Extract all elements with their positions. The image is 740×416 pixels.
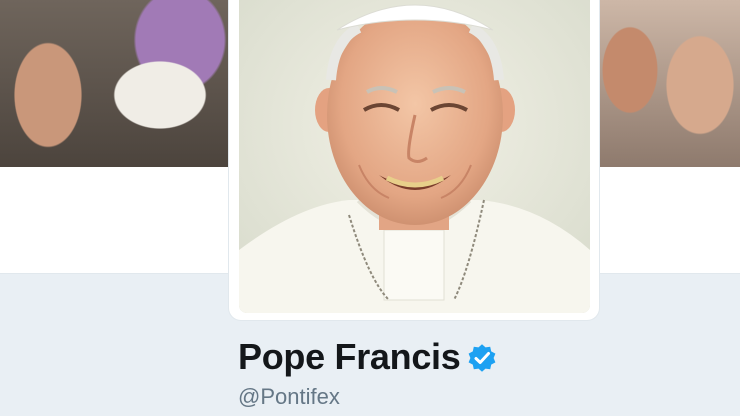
profile-name[interactable]: Pope Francis (238, 336, 498, 378)
profile-screen-name[interactable]: @Pontifex (238, 384, 340, 410)
profile-avatar[interactable] (239, 0, 590, 313)
banner-image-right (600, 0, 740, 167)
banner-image-left (0, 0, 230, 167)
verified-badge-icon (466, 341, 498, 373)
avatar-photo (239, 0, 590, 313)
profile-name-text[interactable]: Pope Francis (238, 336, 461, 378)
